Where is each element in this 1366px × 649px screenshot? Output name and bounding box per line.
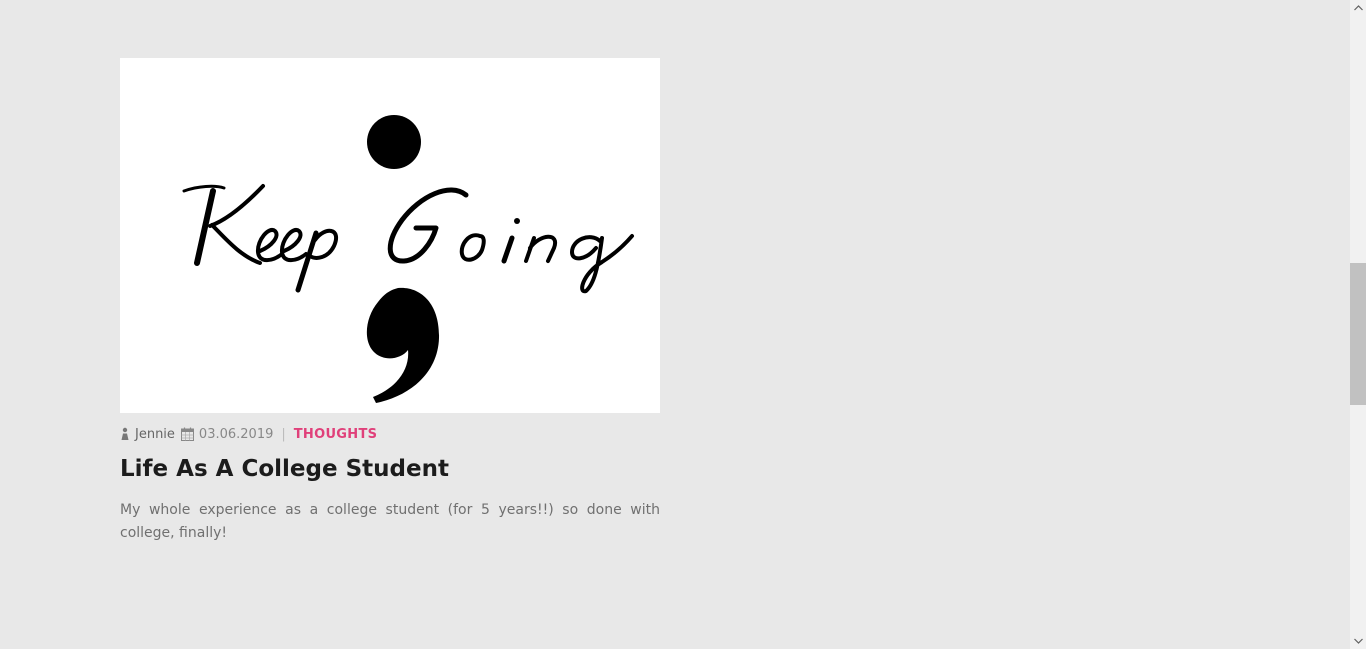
scroll-up-arrow-icon[interactable]	[1350, 0, 1366, 16]
scrollbar-thumb[interactable]	[1350, 263, 1366, 405]
post-category-link[interactable]: THOUGHTS	[294, 427, 378, 442]
post-card: Jennie 03.06.2019 | THOUGHTS Life As A C…	[120, 58, 660, 545]
post-author[interactable]: Jennie	[135, 427, 175, 442]
post-excerpt: My whole experience as a college student…	[120, 502, 660, 541]
scroll-down-arrow-icon[interactable]	[1350, 633, 1366, 649]
calendar-icon	[180, 427, 194, 441]
post-date: 03.06.2019	[198, 426, 274, 442]
post-meta: Jennie 03.06.2019 | THOUGHTS	[120, 426, 660, 442]
user-icon	[120, 427, 130, 441]
meta-separator: |	[281, 426, 286, 442]
keep-going-image	[120, 58, 660, 413]
page: Jennie 03.06.2019 | THOUGHTS Life As A C…	[0, 0, 1366, 649]
vertical-scrollbar[interactable]	[1350, 0, 1366, 649]
post-title[interactable]: Life As A College Student	[120, 454, 660, 484]
post-featured-image[interactable]	[120, 58, 660, 413]
